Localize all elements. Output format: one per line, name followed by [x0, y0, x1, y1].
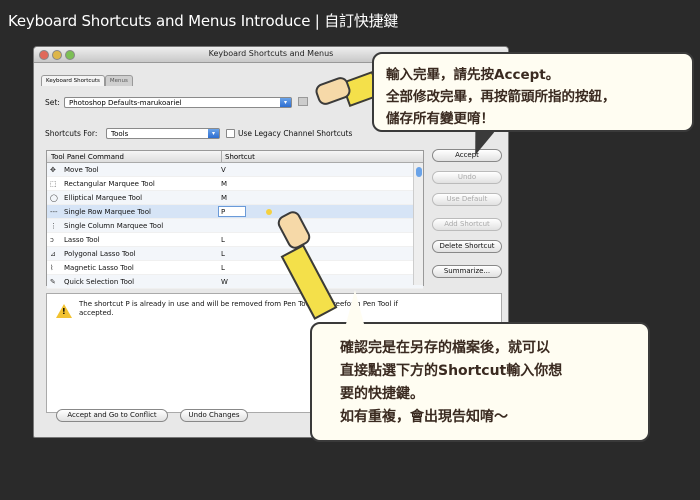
exclamation-icon: !	[62, 307, 66, 316]
tip-line: 要的快捷鍵。	[340, 386, 424, 402]
page-title: Keyboard Shortcuts and Menus Introduce |…	[8, 12, 399, 30]
shortcuts-for-label: Shortcuts For:	[45, 129, 98, 138]
magnetic-lasso-icon: ⌇	[50, 264, 54, 272]
tip-line: 如有重複，會出現告知唷～	[340, 409, 508, 425]
table-body: ✥ Move Tool V ⬚ Rectangular Marquee Tool…	[47, 163, 423, 289]
col-shortcut-header: Shortcut	[225, 153, 255, 161]
tip-line: 直接點選下方的Shortcut輸入你想	[340, 363, 563, 379]
add-shortcut-button[interactable]: Add Shortcut	[432, 218, 502, 231]
polygonal-lasso-icon: ⊿	[50, 250, 56, 258]
tip-line: 儲存所有變更唷！	[386, 111, 494, 127]
row-name: Single Row Marquee Tool	[64, 208, 151, 216]
scroll-thumb[interactable]	[416, 167, 422, 177]
chevron-down-icon: ▾	[208, 129, 219, 138]
row-name: Magnetic Lasso Tool	[64, 264, 134, 272]
set-dropdown[interactable]: Photoshop Defaults-marukoariel ▾	[64, 97, 292, 108]
row-shortcut[interactable]: L	[221, 236, 225, 244]
row-shortcut[interactable]: L	[221, 250, 225, 258]
set-label: Set:	[45, 98, 60, 107]
table-scrollbar[interactable]	[413, 163, 423, 285]
row-name: Polygonal Lasso Tool	[64, 250, 136, 258]
row-name: Elliptical Marquee Tool	[64, 194, 143, 202]
row-name: Move Tool	[64, 166, 99, 174]
legacy-channel-label: Use Legacy Channel Shortcuts	[238, 129, 353, 138]
table-row[interactable]: ◯ Elliptical Marquee Tool M	[47, 191, 423, 205]
table-header: Tool Panel Command Shortcut	[47, 151, 423, 163]
table-row[interactable]: ↄ Lasso Tool L	[47, 233, 423, 247]
conflict-warning-icon	[266, 209, 272, 215]
shortcut-table: Tool Panel Command Shortcut ✥ Move Tool …	[46, 150, 424, 289]
tab-menus[interactable]: Menus	[104, 75, 133, 86]
row-name: Rectangular Marquee Tool	[64, 180, 155, 188]
accept-go-to-conflict-button[interactable]: Accept and Go to Conflict	[56, 409, 168, 422]
move-tool-icon: ✥	[50, 166, 56, 174]
elliptical-marquee-icon: ◯	[50, 194, 58, 202]
tip-line: 輸入完畢，請先按Accept。	[386, 67, 560, 83]
rectangular-marquee-icon: ⬚	[50, 180, 57, 188]
table-row[interactable]: ⬚ Rectangular Marquee Tool M	[47, 177, 423, 191]
tip-line: 確認完是在另存的檔案後，就可以	[340, 340, 550, 356]
row-name: Quick Selection Tool	[64, 278, 135, 286]
col-command-header: Tool Panel Command	[51, 153, 124, 161]
shortcuts-for-value: Tools	[111, 130, 129, 138]
single-row-marquee-icon: ---	[50, 208, 58, 216]
undo-changes-button[interactable]: Undo Changes	[180, 409, 248, 422]
use-default-button[interactable]: Use Default	[432, 193, 502, 206]
row-shortcut[interactable]: M	[221, 180, 227, 188]
row-shortcut[interactable]: W	[221, 278, 228, 286]
shortcuts-for-dropdown[interactable]: Tools ▾	[106, 128, 220, 139]
tip-line: 全部修改完畢，再按箭頭所指的按鈕，	[386, 89, 616, 105]
table-row[interactable]: ⋮ Single Column Marquee Tool	[47, 219, 423, 233]
summarize-button[interactable]: Summarize...	[432, 265, 502, 278]
tab-keyboard-shortcuts[interactable]: Keyboard Shortcuts	[41, 75, 105, 86]
legacy-channel-checkbox[interactable]	[226, 129, 235, 138]
table-row[interactable]: ⌇ Magnetic Lasso Tool L	[47, 261, 423, 275]
set-value: Photoshop Defaults-marukoariel	[69, 99, 182, 107]
table-row[interactable]: ⊿ Polygonal Lasso Tool L	[47, 247, 423, 261]
tip-bubble-accept: 輸入完畢，請先按Accept。 全部修改完畢，再按箭頭所指的按鈕， 儲存所有變更…	[372, 52, 694, 132]
quick-selection-icon: ✎	[50, 278, 56, 286]
single-column-marquee-icon: ⋮	[50, 222, 57, 230]
bubble-tail	[346, 290, 364, 324]
shortcut-input[interactable]: P	[218, 206, 246, 217]
row-name: Single Column Marquee Tool	[64, 222, 164, 230]
save-set-icon[interactable]	[298, 97, 308, 106]
column-divider	[221, 151, 222, 162]
table-row-selected[interactable]: --- Single Row Marquee Tool P	[47, 205, 423, 219]
row-name: Lasso Tool	[64, 236, 100, 244]
chevron-down-icon: ▾	[280, 98, 291, 107]
undo-button[interactable]: Undo	[432, 171, 502, 184]
lasso-icon: ↄ	[50, 236, 54, 244]
row-shortcut[interactable]: L	[221, 264, 225, 272]
tab-bar: Keyboard Shortcuts Menus	[41, 75, 133, 86]
row-shortcut[interactable]: M	[221, 194, 227, 202]
row-shortcut[interactable]: V	[221, 166, 226, 174]
tip-bubble-shortcut: 確認完是在另存的檔案後，就可以 直接點選下方的Shortcut輸入你想 要的快捷…	[310, 322, 650, 442]
table-row[interactable]: ✥ Move Tool V	[47, 163, 423, 177]
table-row[interactable]: ✎ Quick Selection Tool W	[47, 275, 423, 289]
delete-shortcut-button[interactable]: Delete Shortcut	[432, 240, 502, 253]
